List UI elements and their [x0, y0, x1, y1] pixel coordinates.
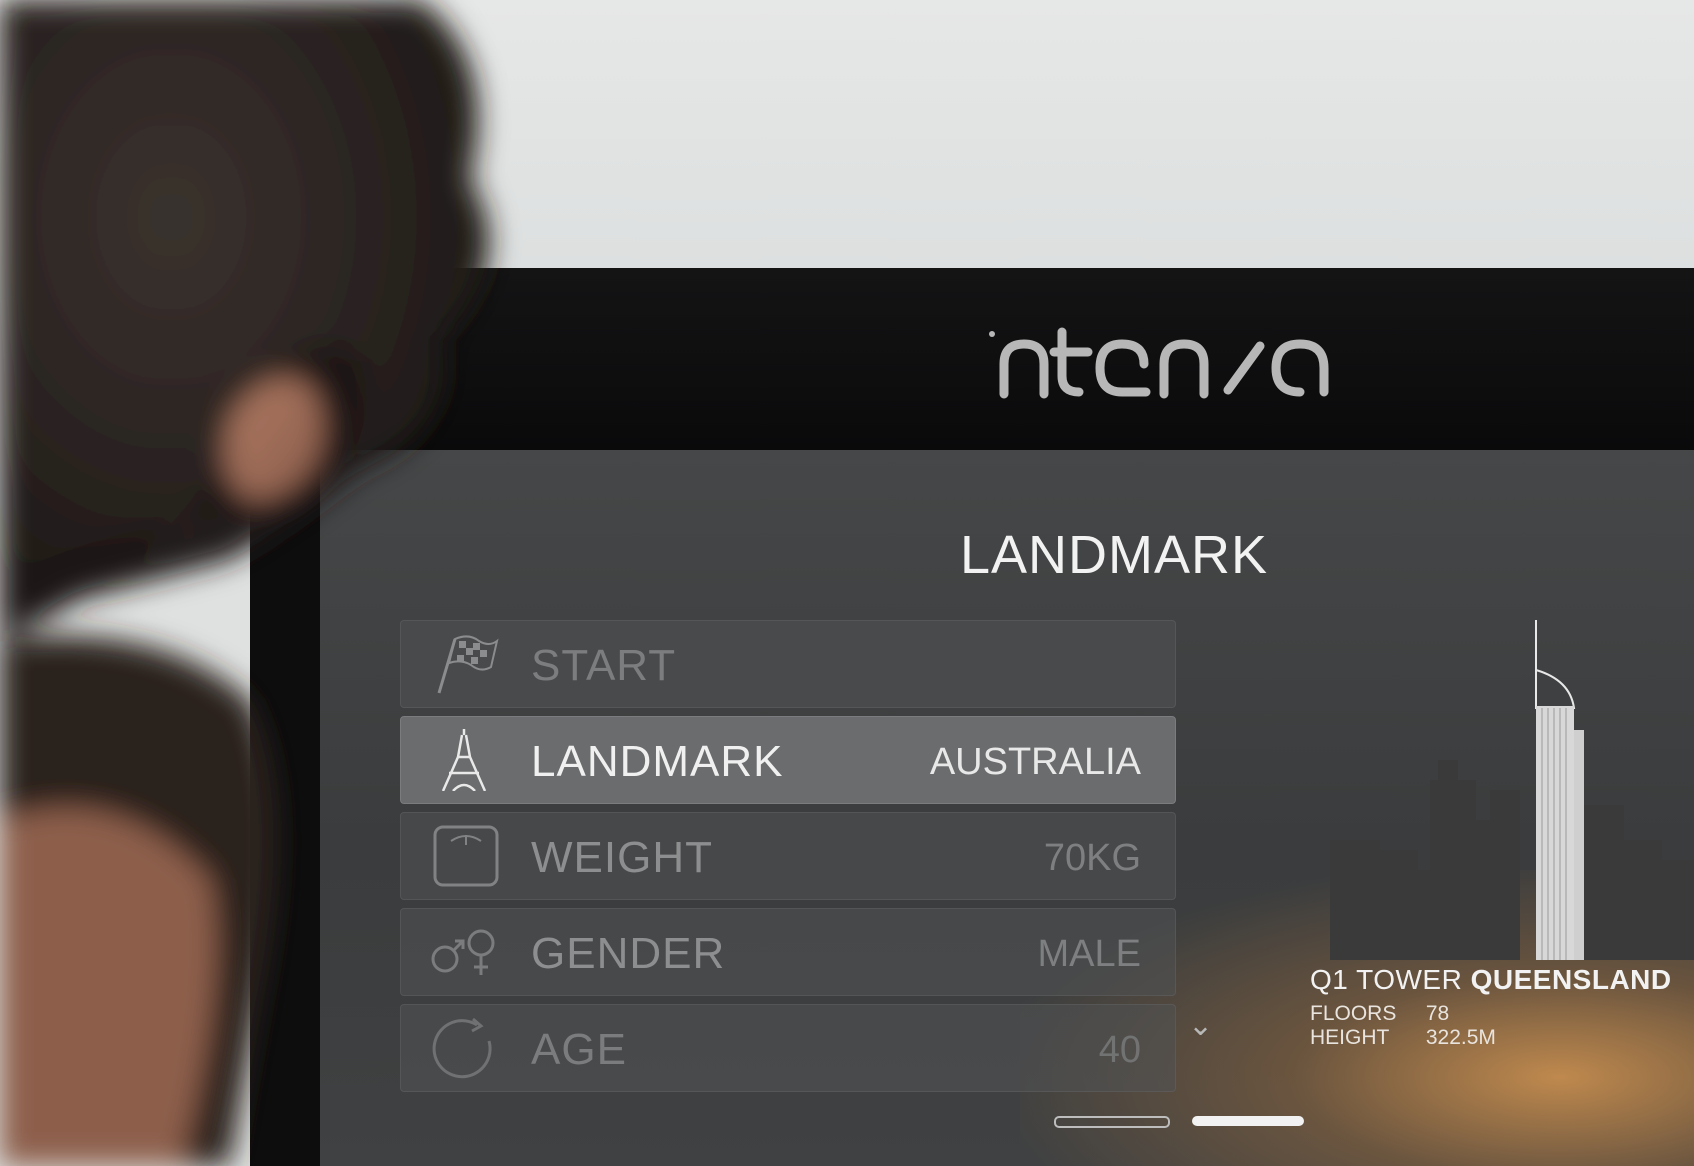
intensa-logo-mark — [989, 327, 1329, 399]
menu-item-gender[interactable]: GENDER MALE — [400, 908, 1176, 996]
chevron-down-icon[interactable]: ⌄ — [1188, 1008, 1213, 1043]
menu-item-label: GENDER — [531, 929, 726, 978]
checkered-flag-icon — [437, 635, 499, 694]
gender-icon — [431, 929, 495, 975]
height-row: HEIGHT 322.5M — [1310, 1026, 1690, 1050]
menu-item-weight[interactable]: WEIGHT 70KG — [400, 812, 1176, 900]
menu-item-value: 70KG — [1043, 837, 1141, 879]
floors-label: FLOORS — [1310, 1002, 1397, 1025]
treadmill-console: LANDMARK START LANDMARK AUSTRALIA WEIGHT… — [250, 268, 1694, 1166]
floors-row: FLOORS 78 — [1310, 1002, 1690, 1026]
age-cycle-icon — [432, 1017, 492, 1079]
menu-item-age[interactable]: AGE 40 — [400, 1004, 1176, 1092]
q1-tower-skyline-illustration — [1330, 620, 1694, 960]
menu-item-landmark[interactable]: LANDMARK AUSTRALIA — [400, 716, 1176, 804]
menu-item-label: AGE — [531, 1025, 627, 1074]
background-wall — [0, 0, 1694, 300]
menu-item-label: WEIGHT — [531, 833, 713, 882]
page-dot-1[interactable] — [1054, 1116, 1170, 1128]
floors-value: 78 — [1425, 1002, 1450, 1025]
menu-item-value: AUSTRALIA — [929, 741, 1141, 783]
landmark-info-panel: Q1 TOWER QUEENSLAND FLOORS 78 HEIGHT 322… — [1310, 964, 1690, 1050]
tower-name: Q1 TOWER — [1310, 964, 1463, 995]
menu-item-value: MALE — [1037, 933, 1141, 975]
page-dot-2-active[interactable] — [1192, 1116, 1304, 1126]
tower-region: QUEENSLAND — [1470, 964, 1672, 995]
page-title: LANDMARK — [960, 525, 1269, 585]
menu-item-value: 40 — [1098, 1029, 1141, 1071]
brand-logo — [984, 324, 1404, 404]
settings-menu: START LANDMARK AUSTRALIA WEIGHT 70KG GEN… — [400, 620, 1176, 1100]
height-label: HEIGHT — [1310, 1026, 1390, 1049]
scale-icon — [433, 825, 499, 887]
menu-item-start[interactable]: START — [400, 620, 1176, 708]
menu-item-label: START — [531, 641, 677, 690]
menu-item-label: LANDMARK — [531, 737, 784, 786]
height-value: 322.5M — [1425, 1026, 1496, 1049]
console-bezel — [250, 268, 1694, 450]
eiffel-tower-icon — [441, 729, 487, 791]
display-screen: LANDMARK START LANDMARK AUSTRALIA WEIGHT… — [320, 450, 1694, 1166]
landmark-name: Q1 TOWER QUEENSLAND — [1310, 964, 1690, 996]
